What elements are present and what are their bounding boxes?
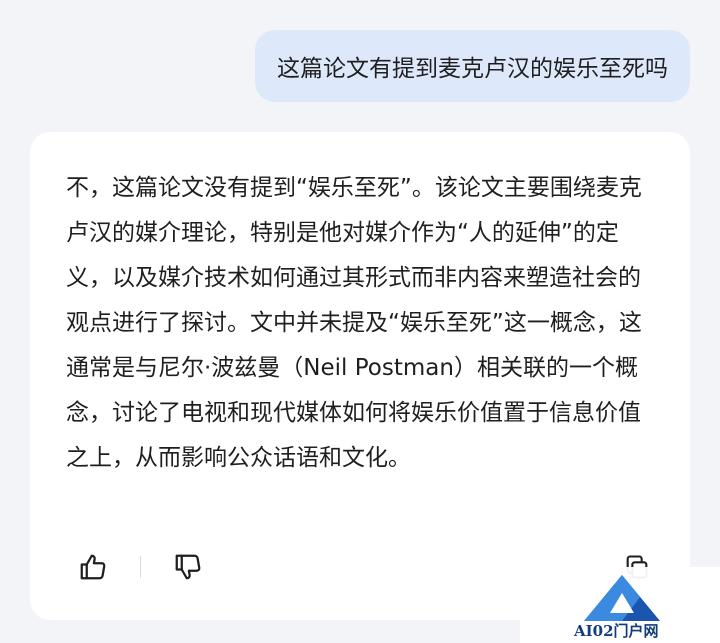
watermark-text: AI02门户网 [574, 622, 659, 640]
dislike-button[interactable] [171, 550, 205, 584]
thumbs-up-icon [80, 554, 106, 580]
watermark-logo-icon [584, 575, 660, 621]
site-watermark: AI02门户网 [520, 567, 720, 643]
user-message-bubble: 这篇论文有提到麦克卢汉的娱乐至死吗 [255, 30, 690, 102]
user-message-text: 这篇论文有提到麦克卢汉的娱乐至死吗 [277, 56, 668, 82]
actions-divider [140, 556, 141, 578]
thumbs-down-icon [175, 554, 201, 580]
reply-actions [76, 550, 205, 584]
like-button[interactable] [76, 550, 110, 584]
assistant-reply-card: 不，这篇论文没有提到“娱乐至死”。该论文主要围绕麦克卢汉的媒介理论，特别是他对媒… [30, 132, 690, 620]
assistant-reply-text: 不，这篇论文没有提到“娱乐至死”。该论文主要围绕麦克卢汉的媒介理论，特别是他对媒… [66, 175, 642, 471]
